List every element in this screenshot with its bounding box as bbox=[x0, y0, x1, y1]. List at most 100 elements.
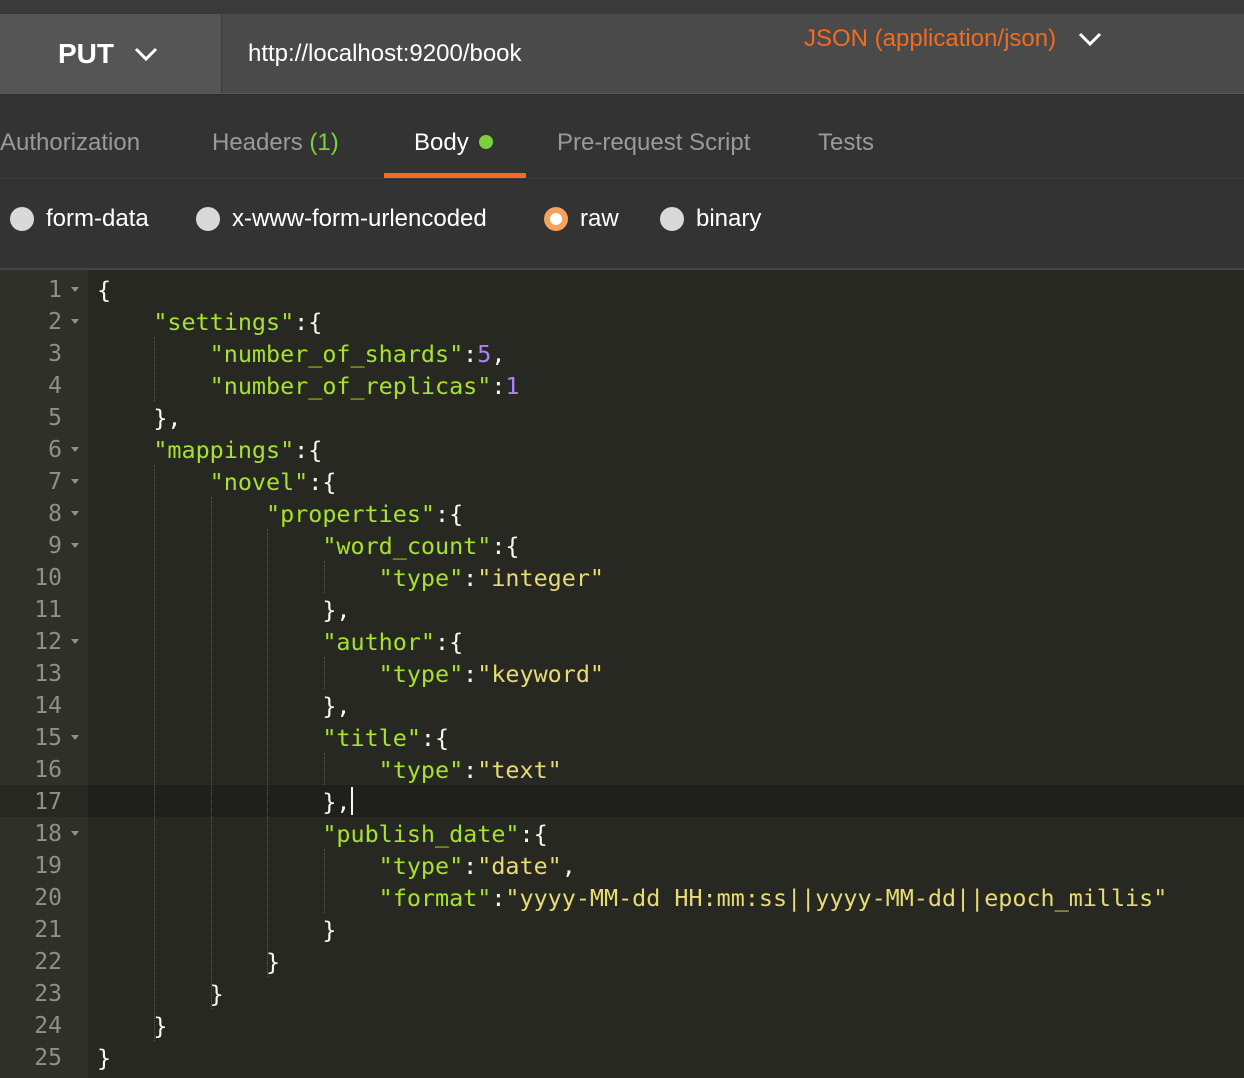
tab-label: Tests bbox=[818, 129, 875, 156]
code-text: "number_of_replicas":1 bbox=[209, 372, 520, 400]
chevron-down-icon bbox=[134, 46, 158, 62]
code-line[interactable]: 15 "title":{ bbox=[0, 721, 1244, 753]
code-line[interactable]: 4 "number_of_replicas":1 bbox=[0, 369, 1244, 401]
fold-arrow-icon[interactable] bbox=[71, 511, 79, 516]
code-text: } bbox=[97, 1044, 112, 1072]
code-line[interactable]: 23 } bbox=[0, 977, 1244, 1009]
fold-arrow-icon[interactable] bbox=[71, 639, 79, 644]
code-text: "number_of_shards":5, bbox=[209, 340, 506, 368]
code-line[interactable]: 6 "mappings":{ bbox=[0, 433, 1244, 465]
code-line[interactable]: 12 "author":{ bbox=[0, 625, 1244, 657]
line-number: 21 bbox=[0, 913, 88, 945]
line-number-text: 12 bbox=[34, 629, 62, 655]
code-text: "type":"date", bbox=[378, 852, 576, 880]
line-number-text: 1 bbox=[48, 277, 62, 303]
code-line[interactable]: 3 "number_of_shards":5, bbox=[0, 337, 1244, 369]
active-tab-indicator bbox=[384, 173, 526, 178]
code-editor[interactable]: 1{2 "settings":{3 "number_of_shards":5, 4… bbox=[0, 270, 1244, 1078]
code-line[interactable]: 8 "properties":{ bbox=[0, 497, 1244, 529]
tab-authorization[interactable]: Authorization bbox=[0, 95, 140, 179]
tab-label: Authorization bbox=[0, 129, 141, 156]
line-number-text: 20 bbox=[34, 885, 62, 911]
line-number-text: 8 bbox=[48, 501, 62, 527]
indent-guide bbox=[154, 465, 155, 1041]
fold-arrow-icon[interactable] bbox=[71, 479, 79, 484]
code-text: "type":"integer" bbox=[378, 564, 604, 592]
tab-tests[interactable]: Tests bbox=[818, 95, 874, 179]
code-text: "properties":{ bbox=[266, 500, 464, 528]
code-text: "title":{ bbox=[322, 724, 450, 752]
tab-body[interactable]: Body bbox=[414, 95, 493, 179]
radio-binary[interactable]: binary bbox=[660, 202, 761, 236]
code-line[interactable]: 11 }, bbox=[0, 593, 1244, 625]
code-line[interactable]: 22 } bbox=[0, 945, 1244, 977]
code-line[interactable]: 1{ bbox=[0, 273, 1244, 305]
window-top-strip bbox=[0, 0, 1244, 14]
code-line[interactable]: 16 "type":"text" bbox=[0, 753, 1244, 785]
code-line[interactable]: 19 "type":"date", bbox=[0, 849, 1244, 881]
line-number-text: 14 bbox=[34, 693, 62, 719]
code-line[interactable]: 2 "settings":{ bbox=[0, 305, 1244, 337]
line-number: 12 bbox=[0, 625, 88, 657]
radio-raw[interactable]: raw bbox=[544, 202, 619, 236]
indent-guide bbox=[154, 337, 155, 401]
code-line[interactable]: 13 "type":"keyword" bbox=[0, 657, 1244, 689]
line-number-text: 6 bbox=[48, 437, 62, 463]
radio-x-www-form-urlencoded[interactable]: x-www-form-urlencoded bbox=[196, 202, 487, 236]
indent-guide bbox=[324, 561, 325, 593]
chevron-down-icon bbox=[1078, 31, 1102, 47]
radio-on-icon bbox=[544, 207, 568, 231]
code-line[interactable]: 25} bbox=[0, 1041, 1244, 1073]
indent-guide bbox=[324, 657, 325, 689]
fold-arrow-icon[interactable] bbox=[71, 543, 79, 548]
fold-arrow-icon[interactable] bbox=[71, 735, 79, 740]
code-line[interactable]: 24 } bbox=[0, 1009, 1244, 1041]
body-type-options: form-data x-www-form-urlencoded raw bina… bbox=[0, 180, 1244, 270]
fold-arrow-icon[interactable] bbox=[71, 447, 79, 452]
code-line[interactable]: 21 } bbox=[0, 913, 1244, 945]
content-type-dropdown[interactable]: JSON (application/json) bbox=[804, 22, 1102, 56]
line-number: 14 bbox=[0, 689, 88, 721]
method-dropdown[interactable]: PUT bbox=[0, 14, 222, 93]
fold-arrow-icon[interactable] bbox=[71, 287, 79, 292]
code-line[interactable]: 17 }, bbox=[0, 785, 1244, 817]
code-text: }, bbox=[97, 404, 182, 432]
line-number-text: 17 bbox=[34, 789, 62, 815]
method-label: PUT bbox=[58, 37, 114, 69]
radio-form-data[interactable]: form-data bbox=[10, 202, 149, 236]
line-number: 16 bbox=[0, 753, 88, 785]
code-line[interactable]: 5 }, bbox=[0, 401, 1244, 433]
code-line[interactable]: 18 "publish_date":{ bbox=[0, 817, 1244, 849]
code-line[interactable]: 10 "type":"integer" bbox=[0, 561, 1244, 593]
radio-off-icon bbox=[10, 207, 34, 231]
line-number-text: 23 bbox=[34, 981, 62, 1007]
line-number-text: 10 bbox=[34, 565, 62, 591]
code-line[interactable]: 14 }, bbox=[0, 689, 1244, 721]
code-text: { bbox=[97, 276, 112, 304]
line-number-text: 15 bbox=[34, 725, 62, 751]
line-number: 15 bbox=[0, 721, 88, 753]
fold-arrow-icon[interactable] bbox=[71, 319, 79, 324]
line-number-text: 4 bbox=[48, 373, 62, 399]
code-line[interactable]: 7 "novel":{ bbox=[0, 465, 1244, 497]
line-number-text: 22 bbox=[34, 949, 62, 975]
tab-pre-request-script[interactable]: Pre-request Script bbox=[557, 95, 750, 179]
indent-guide bbox=[267, 529, 268, 977]
line-number: 7 bbox=[0, 465, 88, 497]
code-text: "novel":{ bbox=[209, 468, 337, 496]
tab-headers[interactable]: Headers (1) bbox=[212, 95, 339, 179]
line-number: 5 bbox=[0, 401, 88, 433]
fold-arrow-icon[interactable] bbox=[71, 831, 79, 836]
line-number: 13 bbox=[0, 657, 88, 689]
line-number: 20 bbox=[0, 881, 88, 913]
indent-guide bbox=[211, 497, 212, 1009]
option-label: form-data bbox=[46, 205, 149, 232]
code-text: "settings":{ bbox=[153, 308, 323, 336]
code-text: "word_count":{ bbox=[322, 532, 520, 560]
code-text: } bbox=[97, 1012, 168, 1040]
code-line[interactable]: 20 "format":"yyyy-MM-dd HH:mm:ss||yyyy-M… bbox=[0, 881, 1244, 913]
indent-guide bbox=[324, 753, 325, 785]
code-line[interactable]: 9 "word_count":{ bbox=[0, 529, 1244, 561]
tab-label: Body bbox=[414, 129, 469, 156]
option-label: binary bbox=[696, 205, 762, 232]
